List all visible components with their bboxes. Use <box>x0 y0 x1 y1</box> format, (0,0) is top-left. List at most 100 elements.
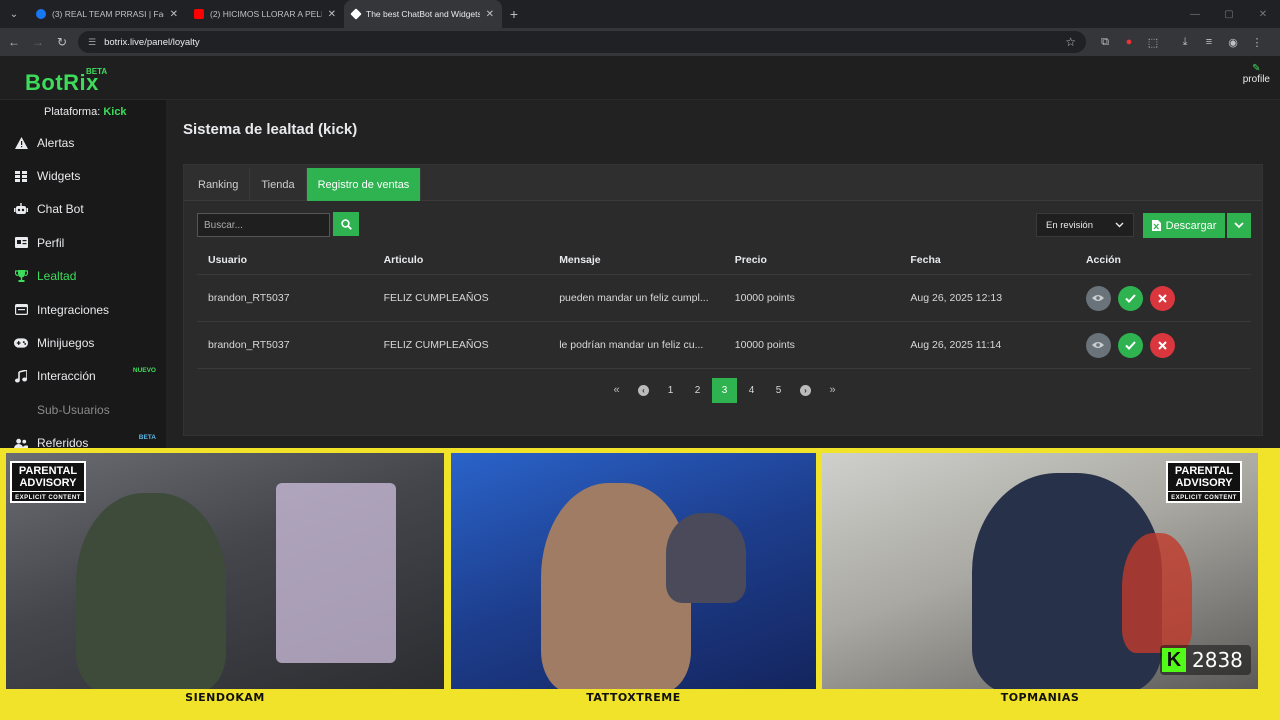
profile-button[interactable]: ✎ profile <box>1243 63 1270 85</box>
header-usuario[interactable]: Usuario <box>197 254 373 266</box>
stream-overlay: PARENTAL ADVISORY EXPLICIT CONTENT PAREN… <box>0 448 1280 720</box>
viewer-counter: K 2838 <box>1160 645 1251 675</box>
sidebar-item-integraciones[interactable]: Integraciones <box>0 293 166 326</box>
forward-icon[interactable]: → <box>26 28 50 56</box>
tab-registro-de-ventas[interactable]: Registro de ventas <box>306 168 422 201</box>
page-4-button[interactable]: 4 <box>739 378 764 403</box>
browser-tabbar: ⌄ (3) REAL TEAM PRRASI | Facebook ✕ (2) … <box>0 0 1280 28</box>
last-page-icon[interactable]: » <box>820 378 845 403</box>
page-title: Sistema de lealtad (kick) <box>183 121 358 138</box>
close-tab-icon[interactable]: ✕ <box>486 9 494 20</box>
chevron-down-icon <box>1234 222 1244 229</box>
table-row: brandon_RT5037 FELIZ CUMPLEAÑOS pueden m… <box>197 275 1251 322</box>
excel-file-icon <box>1151 220 1161 231</box>
header-articulo[interactable]: Articulo <box>373 254 549 266</box>
header-mensaje[interactable]: Mensaje <box>548 254 724 266</box>
tab-title: The best ChatBot and Widgets <box>366 9 480 19</box>
browser-tab-1[interactable]: (3) REAL TEAM PRRASI | Facebook ✕ <box>28 0 186 28</box>
menu-icon[interactable]: ⋮ <box>1248 33 1266 51</box>
page-1-button[interactable]: 1 <box>658 378 683 403</box>
download-options-toggle[interactable] <box>1227 213 1251 238</box>
browser-toolbar: ← → ↻ ☰ botrix.live/panel/loyalty ☆ ⧉ ● … <box>0 28 1280 56</box>
beta-badge: BETA <box>86 67 108 76</box>
sidebar-item-widgets[interactable]: Widgets <box>0 159 166 192</box>
sidebar-item-sub-usuarios[interactable]: Sub-Usuarios <box>0 393 166 426</box>
next-page-button[interactable]: › <box>793 378 818 403</box>
id-card-icon <box>14 236 28 250</box>
pc-case-image <box>276 483 396 663</box>
platform-label: Plataforma: <box>44 106 101 118</box>
first-page-icon[interactable]: « <box>604 378 629 403</box>
new-tab-icon[interactable]: + <box>502 6 526 22</box>
table-row: brandon_RT5037 FELIZ CUMPLEAÑOS le podrí… <box>197 322 1251 369</box>
download-icon[interactable]: ⤓ <box>1176 33 1194 51</box>
download-button[interactable]: Descargar <box>1143 213 1225 238</box>
bookmark-star-icon[interactable]: ☆ <box>1065 35 1076 49</box>
sidebar-item-alertas[interactable]: Alertas <box>0 126 166 159</box>
x-icon <box>1158 340 1167 350</box>
header-precio[interactable]: Precio <box>724 254 900 266</box>
page-3-button[interactable]: 3 <box>712 377 737 403</box>
reject-button[interactable] <box>1149 332 1175 358</box>
account-icon[interactable]: ◉ <box>1224 33 1242 51</box>
viewer-count: 2838 <box>1192 648 1243 672</box>
extension-red-icon[interactable]: ● <box>1120 33 1138 51</box>
row-actions <box>1075 332 1175 358</box>
address-bar[interactable]: ☰ botrix.live/panel/loyalty ☆ <box>78 31 1086 53</box>
back-icon[interactable]: ← <box>2 28 26 56</box>
media-icon[interactable]: ≡ <box>1200 33 1218 51</box>
header-fecha[interactable]: Fecha <box>899 254 1075 266</box>
sidebar: Plataforma: Kick Alertas Widgets Chat Bo… <box>0 100 166 450</box>
parental-advisory-title: PARENTAL ADVISORY <box>1174 465 1234 489</box>
close-window-icon[interactable]: ✕ <box>1246 0 1280 28</box>
translate-icon[interactable]: ⧉ <box>1096 33 1114 51</box>
main-content: Sistema de lealtad (kick) Ranking Tienda… <box>166 100 1280 450</box>
close-tab-icon[interactable]: ✕ <box>170 9 178 20</box>
extensions-area: ⧉ ● ⬚ ⤓ ≡ ◉ ⋮ <box>1096 33 1266 51</box>
tab-tienda[interactable]: Tienda <box>250 168 307 201</box>
sidebar-item-label: Perfil <box>37 235 65 250</box>
sidebar-item-chat-bot[interactable]: Chat Bot <box>0 193 166 226</box>
sidebar-item-interaccion[interactable]: Interacción NUEVO <box>0 360 166 393</box>
page-2-button[interactable]: 2 <box>685 378 710 403</box>
sidebar-item-label: Lealtad <box>37 269 77 284</box>
search-input[interactable] <box>197 213 330 237</box>
cell-precio: 10000 points <box>734 292 795 304</box>
tab-title: (2) HICIMOS LLORAR A PELICAN <box>210 9 322 19</box>
minimize-icon[interactable]: — <box>1178 0 1212 28</box>
sidebar-item-perfil[interactable]: Perfil <box>0 226 166 259</box>
approve-button[interactable] <box>1117 332 1143 358</box>
trophy-icon <box>14 269 28 283</box>
sidebar-item-minijuegos[interactable]: Minijuegos <box>0 326 166 359</box>
tab-ranking[interactable]: Ranking <box>187 168 251 201</box>
cam-label: TOPMANIAS <box>1000 691 1080 704</box>
maximize-icon[interactable]: ▢ <box>1212 0 1246 28</box>
puzzle-icon[interactable]: ⬚ <box>1144 33 1162 51</box>
url-text: botrix.live/panel/loyalty <box>104 36 200 48</box>
reject-button[interactable] <box>1149 285 1175 311</box>
cell-fecha: Aug 26, 2025 12:13 <box>910 292 1003 304</box>
browser-tab-2[interactable]: (2) HICIMOS LLORAR A PELICAN ✕ <box>186 0 344 28</box>
cell-mensaje: pueden mandar un feliz cumpl... <box>559 292 709 304</box>
status-filter-value: En revisión <box>1046 219 1093 231</box>
approve-button[interactable] <box>1117 285 1143 311</box>
profile-label: profile <box>1242 74 1270 85</box>
mask-image <box>666 513 746 603</box>
view-button[interactable] <box>1085 285 1111 311</box>
reload-icon[interactable]: ↻ <box>50 28 74 56</box>
x-icon <box>1158 293 1167 303</box>
platform-value: Kick <box>103 106 127 118</box>
view-button[interactable] <box>1085 332 1111 358</box>
parental-advisory-title: PARENTAL ADVISORY <box>18 465 78 489</box>
page-5-button[interactable]: 5 <box>766 378 791 403</box>
close-tab-icon[interactable]: ✕ <box>328 9 336 20</box>
eye-icon <box>1092 295 1105 301</box>
prev-page-button[interactable]: ‹ <box>631 378 656 403</box>
tab-search-icon[interactable]: ⌄ <box>0 0 28 28</box>
status-filter-select[interactable]: En revisión <box>1036 213 1134 237</box>
sidebar-item-lealtad[interactable]: Lealtad <box>0 260 166 293</box>
webcam-tattoxtreme <box>451 453 816 689</box>
search-button[interactable] <box>333 212 359 236</box>
site-info-icon[interactable]: ☰ <box>88 37 96 48</box>
browser-tab-3[interactable]: The best ChatBot and Widgets ✕ <box>344 0 502 28</box>
